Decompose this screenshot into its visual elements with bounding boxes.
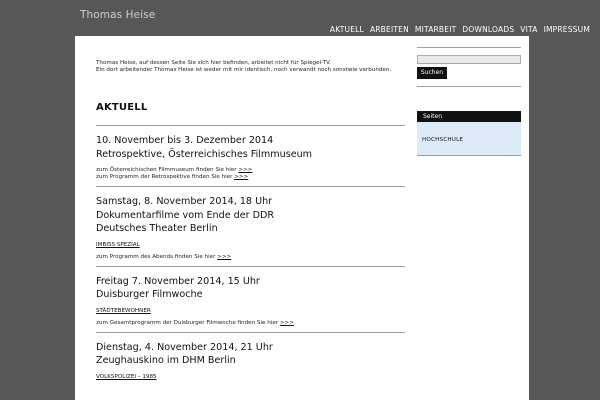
event-title-line: 10. November bis 3. Dezember 2014	[96, 135, 274, 146]
event-link-text: zum Programm des Abends finden Sie hier	[96, 253, 216, 260]
disclaimer-line-1: Thomas Heise, auf dessen Seite Sie sich …	[96, 60, 331, 66]
pages-widget-heading: Seiten	[417, 111, 521, 122]
event-link-line: zum Gesamtprogramm der Duisburger Filmwo…	[96, 320, 405, 327]
more-link[interactable]: >>>	[238, 167, 252, 173]
disclaimer: Thomas Heise, auf dessen Seite Sie sich …	[96, 60, 405, 74]
more-link[interactable]: >>>	[217, 254, 231, 260]
event-title-line: Retrospektive, Österreichisches Filmmuse…	[96, 148, 313, 160]
event-title-line: Duisburger Filmwoche	[96, 289, 203, 300]
nav-item-vita[interactable]: VITA	[520, 25, 537, 34]
event-item: Freitag 7. November 2014, 15 Uhr Duisbur…	[96, 267, 405, 327]
divider	[417, 86, 521, 87]
more-link[interactable]: >>>	[280, 320, 294, 326]
nav-item-mitarbeit[interactable]: MITARBEIT	[415, 25, 457, 34]
search-button[interactable]: Suchen	[417, 67, 447, 79]
pages-widget: HOCHSCHULE	[417, 122, 521, 155]
event-link-text: zum Gesamtprogramm der Duisburger Filmwo…	[96, 319, 279, 326]
event-film-link[interactable]: STÄDTEBEWOHNER	[96, 308, 405, 314]
event-links: zum Österreichischen Filmmuseum finden S…	[96, 167, 405, 181]
nav-item-aktuell[interactable]: AKTUELL	[330, 25, 364, 34]
nav-item-impressum[interactable]: IMPRESSUM	[544, 25, 590, 34]
event-link-line: zum Österreichischen Filmmuseum finden S…	[96, 167, 405, 174]
event-title-line: Freitag 7. November 2014, 15 Uhr	[96, 275, 260, 287]
event-link-text: zum Österreichischen Filmmuseum finden S…	[96, 167, 237, 173]
event-title-line: Zeughauskino im DHM Berlin	[96, 355, 236, 366]
section-title: AKTUELL	[96, 102, 148, 113]
event-film-link[interactable]: IMBISS SPEZIAL	[96, 242, 405, 248]
divider	[417, 155, 521, 156]
event-link-line: zum Programm der Retrospektive finden Si…	[96, 174, 405, 181]
page-link-hochschule[interactable]: HOCHSCHULE	[422, 137, 463, 143]
event-title-line: Deutsches Theater Berlin	[96, 223, 218, 234]
event-link-text: zum Programm der Retrospektive finden Si…	[96, 174, 233, 180]
event-links: zum Gesamtprogramm der Duisburger Filmwo…	[96, 320, 405, 327]
site-title[interactable]: Thomas Heise	[80, 9, 155, 21]
event-item: 10. November bis 3. Dezember 2014 Retros…	[96, 126, 405, 181]
event-film-link[interactable]: VOLKSPOLIZEI – 1985	[96, 374, 405, 380]
event-item: Samstag, 8. November 2014, 18 Uhr Dokume…	[96, 187, 405, 261]
event-links: zum Programm des Abends finden Sie hier …	[96, 254, 405, 261]
event-link-line: zum Programm des Abends finden Sie hier …	[96, 254, 405, 261]
top-navigation: AKTUELL ARBEITEN MITARBEIT DOWNLOADS VIT…	[330, 25, 590, 34]
event-title-line: Samstag, 8. November 2014, 18 Uhr	[96, 196, 273, 207]
sidebar: Suchen Seiten HOCHSCHULE	[417, 36, 521, 156]
event-title-line: Dokumentarfilme vom Ende der DDR	[96, 209, 275, 221]
main-column: Thomas Heise, auf dessen Seite Sie sich …	[96, 36, 405, 380]
nav-item-downloads[interactable]: DOWNLOADS	[462, 25, 514, 34]
event-title-line: Dienstag, 4. November 2014, 21 Uhr	[96, 341, 273, 353]
nav-item-arbeiten[interactable]: ARBEITEN	[370, 25, 409, 34]
disclaimer-line-2: Ein dort arbeitender Thomas Heise ist we…	[96, 67, 392, 73]
search-input[interactable]	[417, 55, 521, 64]
content-page: Thomas Heise, auf dessen Seite Sie sich …	[75, 36, 529, 400]
more-link[interactable]: >>>	[234, 174, 248, 180]
event-item: Dienstag, 4. November 2014, 21 Uhr Zeugh…	[96, 333, 405, 380]
divider	[417, 47, 521, 48]
